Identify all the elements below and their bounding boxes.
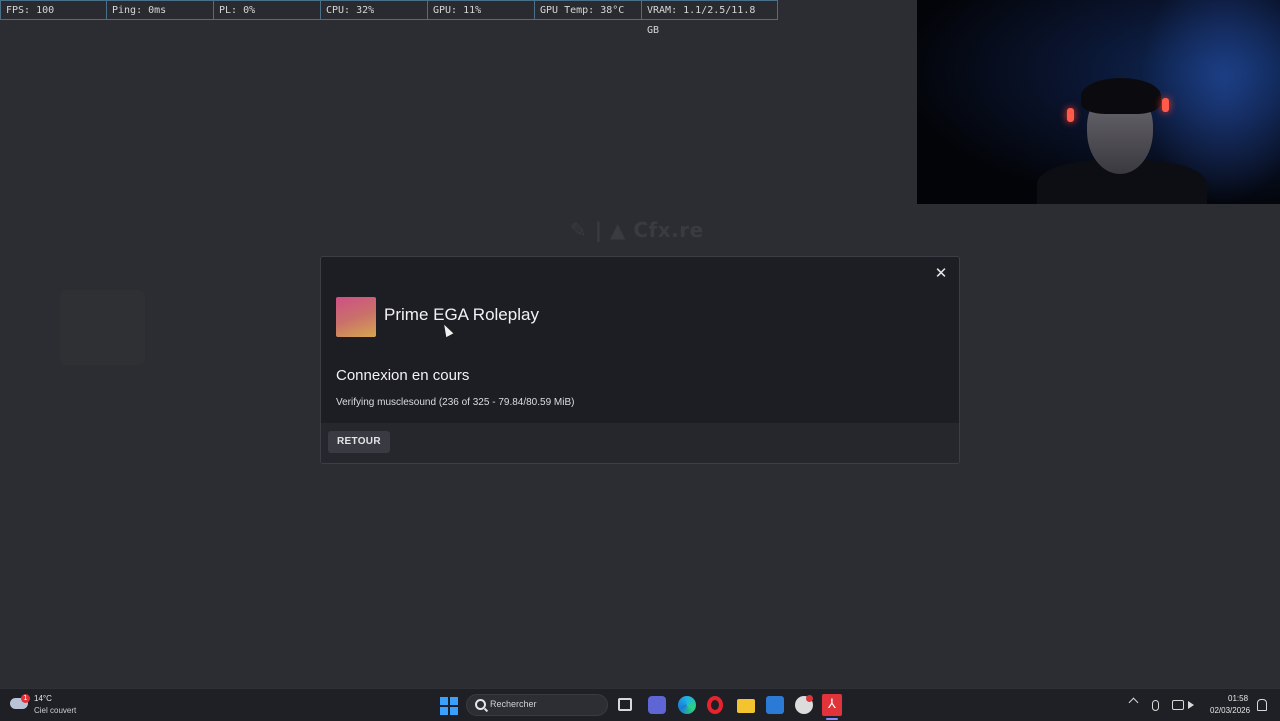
background-faded-tile [60, 290, 145, 365]
performance-overlay: FPS: 100 Ping: 0ms PL: 0% CPU: 32% GPU: … [0, 0, 778, 36]
volume-icon[interactable] [1188, 701, 1194, 709]
search-icon [475, 699, 486, 710]
cpu-stat: CPU: 32% [321, 0, 428, 20]
notification-bell-icon[interactable] [1257, 699, 1267, 711]
clock-date[interactable]: 02/03/2026 [1210, 706, 1250, 715]
network-icon[interactable] [1172, 700, 1184, 710]
headphone-light-right [1162, 98, 1169, 112]
packet-loss-stat: PL: 0% [214, 0, 321, 20]
taskbar-search[interactable]: Rechercher [466, 694, 608, 716]
gpu-stat: GPU: 11% [428, 0, 535, 20]
task-view-icon[interactable] [618, 698, 632, 711]
dialog-footer: RETOUR [321, 423, 959, 463]
fps-stat: FPS: 100 [0, 0, 107, 20]
ping-stat: Ping: 0ms [107, 0, 214, 20]
webcam-feed [917, 0, 1280, 204]
connecting-dialog: ✕ Prime EGA Roleplay Connexion en cours … [320, 256, 960, 464]
microphone-icon[interactable] [1152, 700, 1159, 711]
server-icon [336, 297, 376, 337]
webcam-person-hair [1081, 78, 1161, 114]
notification-badge: 1 [21, 694, 30, 703]
close-icon[interactable]: ✕ [931, 263, 951, 283]
vram-stat: VRAM: 1.1/2.5/11.8 GB [642, 0, 778, 36]
teams-icon[interactable] [648, 696, 666, 714]
game-launcher-badge [806, 695, 813, 702]
chevron-up-icon[interactable] [1128, 697, 1139, 708]
gpu-temp-stat: GPU Temp: 38°C [535, 0, 642, 20]
server-name: Prime EGA Roleplay [384, 305, 539, 324]
windows-start-icon[interactable] [440, 697, 458, 715]
headphone-light-left [1067, 108, 1074, 122]
microsoft-store-icon[interactable] [766, 696, 784, 714]
edge-browser-icon[interactable] [678, 696, 696, 714]
cfx-logo: ✎ | ▲ Cfx.re [570, 218, 704, 242]
weather-widget[interactable]: 1 14°C Ciel couvert [10, 692, 90, 718]
back-button[interactable]: RETOUR [328, 431, 390, 453]
connection-status-detail: Verifying musclesound (236 of 325 - 79.8… [336, 397, 575, 408]
connection-status-title: Connexion en cours [336, 367, 470, 384]
weather-description: Ciel couvert [34, 706, 77, 715]
clock-time[interactable]: 01:58 [1228, 694, 1248, 703]
search-placeholder: Rechercher [490, 699, 537, 709]
taskbar: 1 14°C Ciel couvert Rechercher ⅄ 01:58 0… [0, 688, 1280, 721]
weather-temperature: 14°C [34, 694, 52, 703]
opera-browser-icon[interactable] [707, 696, 723, 714]
file-explorer-icon[interactable] [737, 699, 755, 713]
fivem-icon[interactable]: ⅄ [822, 694, 842, 716]
